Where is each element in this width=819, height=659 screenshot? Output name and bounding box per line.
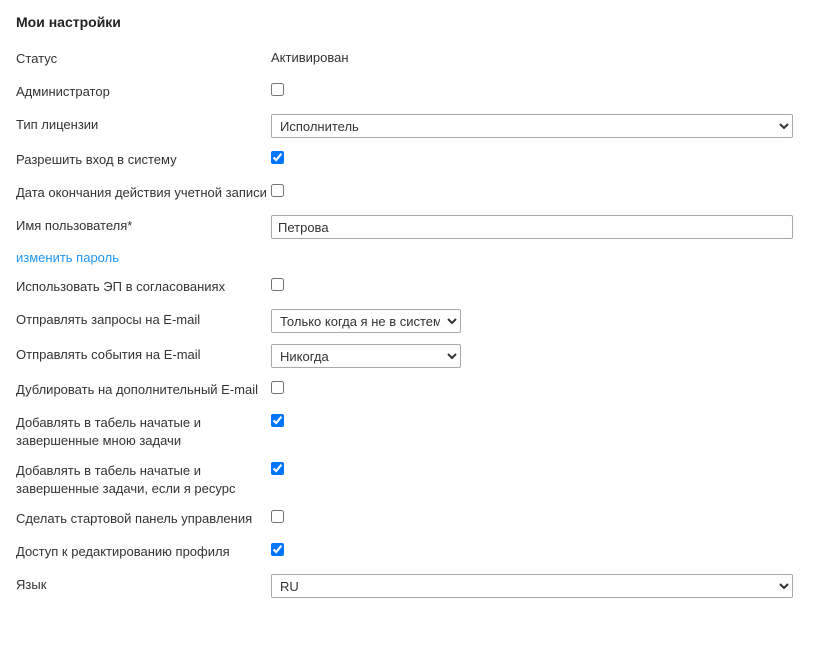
row-allow-login: Разрешить вход в систему — [16, 149, 803, 171]
label-profile-edit-access: Доступ к редактированию профиля — [16, 541, 271, 561]
checkbox-add-timesheet-resource[interactable] — [271, 462, 284, 475]
label-use-ep: Использовать ЭП в согласованиях — [16, 276, 271, 296]
row-use-ep: Использовать ЭП в согласованиях — [16, 276, 803, 298]
page-title: Мои настройки — [16, 14, 803, 30]
checkbox-duplicate-email[interactable] — [271, 381, 284, 394]
row-username: Имя пользователя* — [16, 215, 803, 239]
select-send-events-email[interactable]: Никогда — [271, 344, 461, 368]
row-license-type: Тип лицензии Исполнитель — [16, 114, 803, 138]
label-account-expiry: Дата окончания действия учетной записи — [16, 182, 271, 202]
row-send-events-email: Отправлять события на E-mail Никогда — [16, 344, 803, 368]
label-add-timesheet-my-tasks: Добавлять в табель начатые и завершенные… — [16, 412, 271, 449]
label-send-events-email: Отправлять события на E-mail — [16, 344, 271, 364]
label-send-requests-email: Отправлять запросы на E-mail — [16, 309, 271, 329]
row-administrator: Администратор — [16, 81, 803, 103]
row-account-expiry: Дата окончания действия учетной записи — [16, 182, 803, 204]
row-start-dashboard: Сделать стартовой панель управления — [16, 508, 803, 530]
link-change-password[interactable]: изменить пароль — [16, 250, 119, 265]
label-add-timesheet-resource: Добавлять в табель начатые и завершенные… — [16, 460, 271, 497]
row-change-password: изменить пароль — [16, 250, 803, 265]
row-duplicate-email: Дублировать на дополнительный E-mail — [16, 379, 803, 401]
checkbox-use-ep[interactable] — [271, 278, 284, 291]
row-profile-edit-access: Доступ к редактированию профиля — [16, 541, 803, 563]
checkbox-start-dashboard[interactable] — [271, 510, 284, 523]
row-add-timesheet-my-tasks: Добавлять в табель начатые и завершенные… — [16, 412, 803, 449]
checkbox-profile-edit-access[interactable] — [271, 543, 284, 556]
select-language[interactable]: RU — [271, 574, 793, 598]
row-send-requests-email: Отправлять запросы на E-mail Только когд… — [16, 309, 803, 333]
checkbox-administrator[interactable] — [271, 83, 284, 96]
row-language: Язык RU — [16, 574, 803, 598]
row-status: Статус Активирован — [16, 48, 803, 70]
checkbox-add-timesheet-my-tasks[interactable] — [271, 414, 284, 427]
checkbox-allow-login[interactable] — [271, 151, 284, 164]
label-status: Статус — [16, 48, 271, 68]
label-language: Язык — [16, 574, 271, 594]
row-add-timesheet-resource: Добавлять в табель начатые и завершенные… — [16, 460, 803, 497]
label-start-dashboard: Сделать стартовой панель управления — [16, 508, 271, 528]
label-allow-login: Разрешить вход в систему — [16, 149, 271, 169]
checkbox-account-expiry[interactable] — [271, 184, 284, 197]
label-username: Имя пользователя* — [16, 215, 271, 235]
label-duplicate-email: Дублировать на дополнительный E-mail — [16, 379, 271, 399]
label-administrator: Администратор — [16, 81, 271, 101]
select-send-requests-email[interactable]: Только когда я не в системе — [271, 309, 461, 333]
input-username[interactable] — [271, 215, 793, 239]
label-license-type: Тип лицензии — [16, 114, 271, 134]
value-status: Активирован — [271, 48, 349, 65]
select-license-type[interactable]: Исполнитель — [271, 114, 793, 138]
